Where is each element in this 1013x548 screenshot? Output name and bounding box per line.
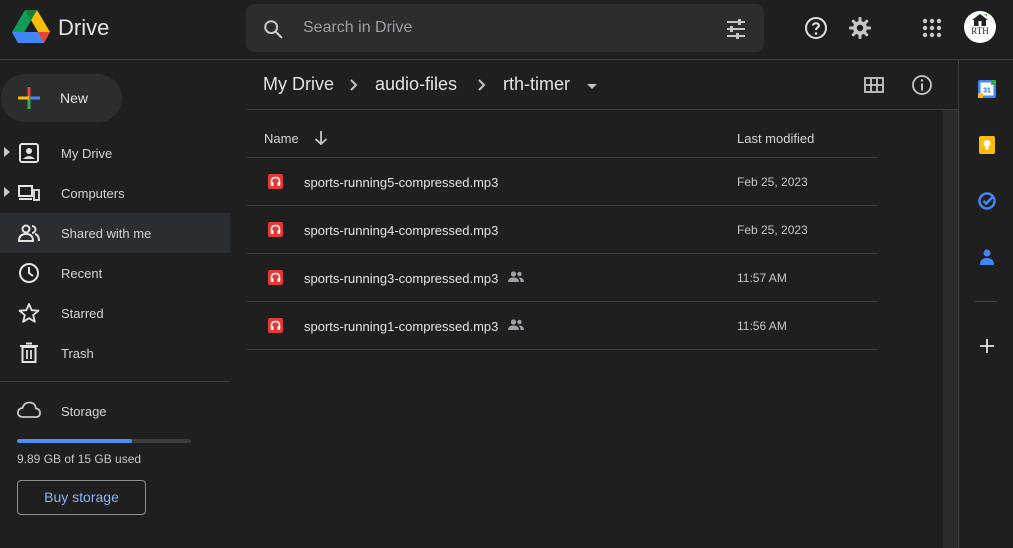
add-addon-icon[interactable] xyxy=(977,336,997,356)
grid-view-icon[interactable] xyxy=(863,74,885,96)
expand-caret-icon[interactable] xyxy=(4,187,10,197)
sidebar: New My Drive Computers Shared with me Re… xyxy=(0,61,230,548)
account-avatar[interactable]: RTH xyxy=(964,11,996,43)
cloud-icon xyxy=(17,401,41,418)
file-list: Name Last modified sports-running5-compr… xyxy=(247,110,878,350)
file-last-modified: 11:56 AM xyxy=(737,319,787,333)
file-last-modified: Feb 25, 2023 xyxy=(737,223,808,237)
house-icon xyxy=(972,14,988,26)
search-bar[interactable]: Search in Drive xyxy=(246,4,764,52)
svg-text:31: 31 xyxy=(983,88,991,95)
keep-icon[interactable] xyxy=(977,135,997,155)
file-list-header: Name Last modified xyxy=(247,110,878,158)
sidebar-item-label: Starred xyxy=(61,306,104,321)
help-icon[interactable] xyxy=(804,16,828,40)
file-name[interactable]: sports-running4-compressed.mp3 xyxy=(304,223,498,238)
file-name[interactable]: sports-running3-compressed.mp3 xyxy=(304,271,498,286)
table-row[interactable]: sports-running5-compressed.mp3 Feb 25, 2… xyxy=(247,158,878,206)
new-button-label: New xyxy=(60,90,89,106)
sidebar-item-label: Recent xyxy=(61,266,103,281)
side-panel-divider xyxy=(975,301,997,302)
breadcrumb-audio-files[interactable]: audio-files xyxy=(375,74,457,95)
file-last-modified: 11:57 AM xyxy=(737,271,787,285)
audio-file-icon xyxy=(268,318,283,333)
search-options-icon[interactable] xyxy=(724,17,748,41)
column-header-last-modified[interactable]: Last modified xyxy=(737,131,814,146)
plus-icon xyxy=(18,87,40,109)
trash-icon xyxy=(20,342,38,363)
drive-logo-icon[interactable] xyxy=(12,10,50,44)
audio-file-icon xyxy=(268,222,283,237)
dropdown-arrow-icon[interactable] xyxy=(587,81,597,93)
sidebar-item-starred[interactable]: Starred xyxy=(0,293,230,333)
file-name[interactable]: sports-running1-compressed.mp3 xyxy=(304,319,498,334)
sidebar-item-label: Trash xyxy=(61,346,94,361)
sidebar-item-trash[interactable]: Trash xyxy=(0,333,230,373)
sidebar-item-shared-with-me[interactable]: Shared with me xyxy=(0,213,230,253)
breadcrumb-my-drive[interactable]: My Drive xyxy=(263,74,334,95)
search-input[interactable]: Search in Drive xyxy=(303,19,412,37)
sidebar-divider xyxy=(0,381,230,382)
audio-file-icon xyxy=(268,270,283,285)
my-drive-icon xyxy=(19,143,39,163)
breadcrumb-rth-timer[interactable]: rth-timer xyxy=(503,74,570,95)
table-row[interactable]: sports-running4-compressed.mp3 Feb 25, 2… xyxy=(247,206,878,254)
sidebar-item-label: My Drive xyxy=(61,146,113,161)
buy-storage-button[interactable]: Buy storage xyxy=(17,480,146,515)
storage-progress-bar xyxy=(17,439,191,443)
new-button[interactable]: New xyxy=(1,74,122,122)
search-icon[interactable] xyxy=(262,18,284,40)
column-header-name[interactable]: Name xyxy=(264,131,299,146)
chevron-right-icon xyxy=(478,79,486,91)
storage-progress-fill xyxy=(17,439,132,443)
sidebar-item-label: Shared with me xyxy=(61,226,152,241)
avatar-text: RTH xyxy=(971,26,989,36)
computers-icon xyxy=(18,185,40,201)
chevron-right-icon xyxy=(350,79,358,91)
calendar-icon[interactable]: 31 xyxy=(977,79,997,99)
sidebar-item-label: Computers xyxy=(61,186,125,201)
file-name[interactable]: sports-running5-compressed.mp3 xyxy=(304,175,498,190)
table-row[interactable]: sports-running3-compressed.mp3 11:57 AM xyxy=(247,254,878,302)
audio-file-icon xyxy=(268,174,283,189)
shared-people-icon xyxy=(508,271,524,282)
sidebar-item-my-drive[interactable]: My Drive xyxy=(0,133,230,173)
scrollbar[interactable] xyxy=(943,110,958,548)
file-last-modified: Feb 25, 2023 xyxy=(737,175,808,189)
star-icon xyxy=(18,303,40,323)
tasks-icon[interactable] xyxy=(977,191,997,211)
info-icon[interactable] xyxy=(911,74,933,96)
sort-arrow-down-icon[interactable] xyxy=(313,130,329,146)
sidebar-item-computers[interactable]: Computers xyxy=(0,173,230,213)
shared-icon xyxy=(18,224,40,242)
storage-label[interactable]: Storage xyxy=(61,404,107,419)
app-title[interactable]: Drive xyxy=(58,15,109,41)
side-panel: 31 xyxy=(958,60,1013,548)
storage-usage-text: 9.89 GB of 15 GB used xyxy=(17,452,142,466)
contacts-icon[interactable] xyxy=(977,247,997,267)
clock-icon xyxy=(19,263,39,283)
apps-grid-icon[interactable] xyxy=(920,16,944,40)
sidebar-item-recent[interactable]: Recent xyxy=(0,253,230,293)
shared-people-icon xyxy=(508,319,524,330)
expand-caret-icon[interactable] xyxy=(4,147,10,157)
table-row[interactable]: sports-running1-compressed.mp3 11:56 AM xyxy=(247,302,878,350)
settings-icon[interactable] xyxy=(848,16,872,40)
top-bar: Drive Search in Drive RTH xyxy=(0,0,1013,60)
